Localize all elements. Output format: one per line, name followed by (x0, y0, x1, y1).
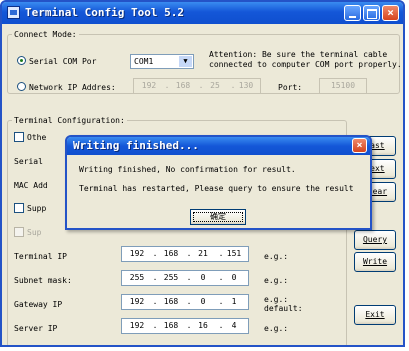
port-value: 15100 (330, 81, 356, 90)
gateway-ip-label: Gateway IP (14, 300, 63, 309)
ip-octet-1: 192 (129, 249, 145, 258)
support-label-2: Sup (27, 228, 42, 237)
attention-text: Attention: Be sure the terminal cable (209, 50, 388, 59)
ok-button[interactable]: 确定 (190, 209, 246, 225)
ip-octet-1: 192 (129, 297, 145, 306)
close-button[interactable]: × (382, 5, 399, 21)
minimize-button[interactable] (344, 5, 361, 21)
ip-octet-4: 151 (226, 249, 242, 258)
exit-button[interactable]: Exit (354, 305, 396, 325)
ip-octet-2: 168 (163, 297, 179, 306)
ip-octet-3: 0 (200, 297, 206, 306)
dialog-message-2: Terminal has restarted, Please query to … (79, 184, 354, 193)
mac-address-label: MAC Add (14, 181, 48, 190)
dialog-title-bar: Writing finished... × (67, 137, 370, 155)
ip-octet-3: 0 (200, 273, 206, 282)
subnet-mask-label: Subnet mask: (14, 276, 72, 285)
ip-octet-1: 255 (129, 273, 145, 282)
maximize-button[interactable] (363, 5, 380, 21)
com-port-select[interactable]: COM1 ▼ (130, 54, 194, 69)
subnet-mask-field[interactable]: 255 . 255 . 0 . 0 (121, 270, 249, 286)
serial-com-radio[interactable] (17, 56, 26, 65)
ip-octet-4: 0 (231, 273, 237, 282)
ip-octet-3: 16 (198, 321, 208, 330)
network-ip-radio[interactable] (17, 82, 26, 91)
com-port-value: COM1 (134, 57, 154, 66)
write-button[interactable]: Write (354, 252, 396, 272)
ip-octet-3: 21 (198, 249, 208, 258)
query-button[interactable]: Query (354, 230, 396, 250)
ip-octet-4: 4 (231, 321, 237, 330)
server-ip-example: e.g.: (264, 324, 289, 333)
server-ip-field[interactable]: 192 . 168 . 16 . 4 (121, 318, 249, 334)
port-label: Port: (278, 83, 303, 92)
ip-octet-2: 168 (163, 249, 179, 258)
attention-text-2: connected to computer COM port properly. (209, 60, 402, 69)
ip-octet-2: 255 (163, 273, 179, 282)
gateway-default-label: default: (264, 304, 303, 313)
ip-octet-2: 168 (175, 81, 191, 90)
terminal-config-legend: Terminal Configuration: (14, 116, 125, 125)
support-checkbox-1[interactable] (14, 203, 24, 213)
ip-octet-1: 192 (129, 321, 145, 330)
serial-com-label: Serial COM Por (29, 57, 97, 66)
support-label-1: Supp (27, 204, 47, 213)
dialog-title: Writing finished... (73, 139, 199, 152)
port-field[interactable]: 15100 (319, 78, 367, 94)
dialog-message-1: Writing finished, No confirmation for re… (79, 165, 296, 174)
gateway-ip-example: e.g.: (264, 295, 289, 304)
other-checkbox[interactable] (14, 132, 24, 142)
dialog-close-button[interactable]: × (352, 138, 367, 153)
chevron-down-icon[interactable]: ▼ (179, 56, 192, 67)
app-icon (7, 6, 20, 19)
connect-mode-legend: Connect Mode: (14, 30, 77, 39)
ip-octet-1: 192 (141, 81, 157, 90)
network-ip-field[interactable]: 192 . 168 . 25 . 130 (133, 78, 261, 94)
window-title: Terminal Config Tool 5.2 (25, 6, 184, 19)
network-ip-label: Network IP Addres: (29, 83, 116, 92)
subnet-mask-example: e.g.: (264, 276, 289, 285)
writing-finished-dialog: Writing finished... × Writing finished, … (65, 135, 372, 230)
ip-octet-4: 130 (238, 81, 254, 90)
serial-label: Serial (14, 157, 43, 166)
ip-octet-4: 1 (231, 297, 237, 306)
support-checkbox-2[interactable] (14, 227, 24, 237)
server-ip-label: Server IP (14, 324, 58, 333)
title-bar: Terminal Config Tool 5.2 × (2, 2, 403, 24)
ip-octet-2: 168 (163, 321, 179, 330)
terminal-ip-label: Terminal IP (14, 252, 67, 261)
terminal-ip-example: e.g.: (264, 252, 289, 261)
main-window: Terminal Config Tool 5.2 × Connect Mode:… (0, 0, 405, 347)
other-label: Othe (27, 133, 47, 142)
ip-octet-3: 25 (210, 81, 220, 90)
gateway-ip-field[interactable]: 192 . 168 . 0 . 1 (121, 294, 249, 310)
terminal-ip-field[interactable]: 192 . 168 . 21 . 151 (121, 246, 249, 262)
